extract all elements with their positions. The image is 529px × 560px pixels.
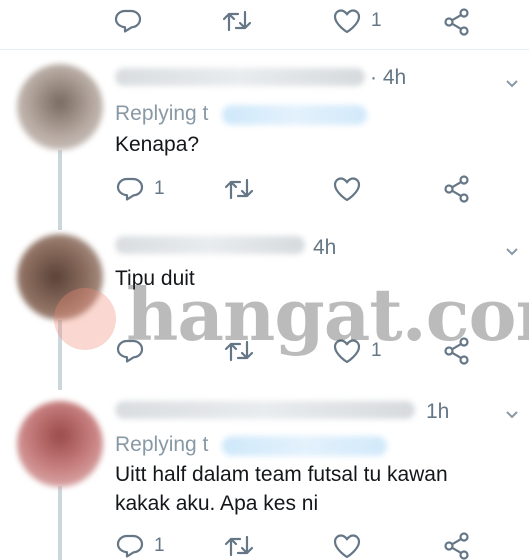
reply-tweet[interactable]: · 4h Replying t Kenapa? 1 [0,50,529,220]
reply-count: 1 [154,178,165,199]
timestamp: 4h [313,236,337,259]
share-icon [444,8,469,36]
reply-icon [114,9,142,33]
share-icon [444,532,469,560]
share-button[interactable] [443,8,471,36]
retweet-button[interactable] [224,338,264,364]
avatar[interactable] [17,234,103,320]
username[interactable] [115,236,305,254]
username[interactable] [115,68,365,86]
chevron-down-icon[interactable] [505,76,519,90]
share-icon [444,337,469,365]
like-icon [333,339,361,364]
retweet-button[interactable] [222,8,262,34]
reply-tweet[interactable]: 4h Tipu duit 1 [0,220,529,390]
avatar[interactable] [17,401,103,487]
share-icon [444,175,469,203]
like-button[interactable]: 1 [333,8,382,34]
retweet-button[interactable] [224,176,264,202]
like-icon [333,534,361,559]
tweet-text: Uitt half dalam team futsal tu kawan kak… [115,463,448,515]
reply-tweet[interactable]: 1h Replying t Uitt half dalam team futsa… [0,385,529,560]
like-icon [333,177,361,202]
reply-icon [116,177,144,201]
replying-to-link[interactable] [222,105,367,125]
like-count: 1 [371,10,382,31]
chevron-down-icon[interactable] [505,244,519,258]
like-button[interactable]: 1 [333,338,382,364]
share-button[interactable] [443,175,471,203]
share-button[interactable] [443,337,471,365]
retweet-icon [224,340,254,362]
reply-button[interactable] [116,338,154,364]
retweet-icon [222,10,252,32]
replying-to-label: Replying t [115,433,209,456]
share-button[interactable] [443,532,471,560]
like-button[interactable] [333,176,371,202]
tweet-text: Tipu duit [115,267,195,290]
username[interactable] [115,401,415,419]
retweet-icon [224,535,254,557]
reply-icon [116,534,144,558]
retweet-button[interactable] [224,533,264,559]
reply-button[interactable]: 1 [116,533,165,559]
timestamp: 1h [426,400,450,423]
replying-to-label: Replying t [115,102,209,125]
like-button[interactable] [333,533,371,559]
previous-tweet-actions: 1 [0,0,529,50]
avatar[interactable] [17,64,103,150]
reply-button[interactable] [114,8,152,34]
reply-button[interactable]: 1 [116,176,165,202]
like-icon [333,9,361,34]
chevron-down-icon[interactable] [505,407,519,421]
timestamp: · 4h [370,66,407,89]
like-count: 1 [371,340,382,361]
reply-icon [116,339,144,363]
reply-count: 1 [154,535,165,556]
replying-to-link[interactable] [222,436,387,456]
tweet-text: Kenapa? [115,133,200,156]
retweet-icon [224,178,254,200]
